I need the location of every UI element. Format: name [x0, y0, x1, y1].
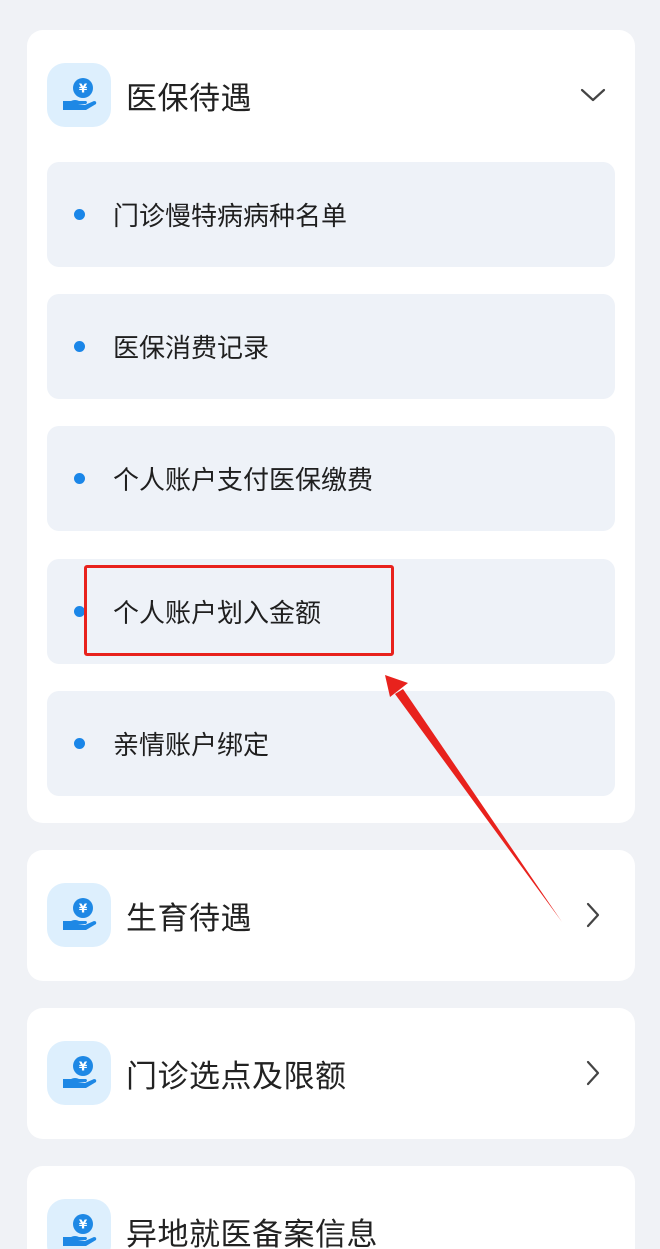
chevron-down-icon[interactable] [579, 81, 607, 109]
bullet-dot [74, 341, 85, 352]
sub-item-consumption-records[interactable]: 医保消费记录 [47, 294, 615, 399]
chevron-right-icon[interactable] [579, 1059, 607, 1087]
sub-item-label: 医保消费记录 [113, 334, 270, 364]
sub-item-family-account-binding[interactable]: 亲情账户绑定 [47, 691, 615, 796]
section-title: 门诊选点及限额 [126, 1058, 347, 1095]
hand-yuan-icon: ¥ [47, 63, 111, 127]
section-card-maternity-benefits[interactable]: ¥ 生育待遇 [27, 850, 635, 981]
section-card-remote-medical-filing[interactable]: ¥ 异地就医备案信息 [27, 1166, 635, 1249]
hand-yuan-icon: ¥ [47, 883, 111, 947]
sub-item-personal-account-transfer[interactable]: 个人账户划入金额 [47, 559, 615, 664]
sub-item-personal-account-payment[interactable]: 个人账户支付医保缴费 [47, 426, 615, 531]
svg-text:¥: ¥ [79, 1218, 88, 1232]
section-card-medical-benefits: ¥ 医保待遇 门诊慢特病病种名单 医保消费记录 个人账户支付医保缴费 个人账户划… [27, 30, 635, 823]
section-title: 生育待遇 [126, 900, 252, 937]
section-title: 医保待遇 [126, 80, 252, 117]
section-card-outpatient-selection[interactable]: ¥ 门诊选点及限额 [27, 1008, 635, 1139]
bullet-dot [74, 473, 85, 484]
bullet-dot [74, 209, 85, 220]
sub-item-chronic-disease-list[interactable]: 门诊慢特病病种名单 [47, 162, 615, 267]
sub-item-label: 个人账户支付医保缴费 [113, 466, 374, 496]
sub-item-label: 亲情账户绑定 [113, 731, 270, 761]
section-header-outpatient-selection[interactable]: ¥ 门诊选点及限额 [47, 1041, 615, 1105]
hand-yuan-icon: ¥ [47, 1041, 111, 1105]
section-header-medical-benefits[interactable]: ¥ 医保待遇 [47, 63, 615, 127]
bullet-dot [74, 606, 85, 617]
section-title: 异地就医备案信息 [126, 1216, 378, 1249]
svg-text:¥: ¥ [79, 1060, 88, 1074]
hand-yuan-icon: ¥ [47, 1199, 111, 1249]
bullet-dot [74, 738, 85, 749]
section-header-maternity-benefits[interactable]: ¥ 生育待遇 [47, 883, 615, 947]
sub-item-label: 门诊慢特病病种名单 [113, 202, 348, 232]
svg-text:¥: ¥ [79, 82, 88, 96]
sub-item-label: 个人账户划入金额 [113, 599, 322, 629]
section-header-remote-medical-filing[interactable]: ¥ 异地就医备案信息 [47, 1199, 615, 1249]
svg-text:¥: ¥ [79, 902, 88, 916]
chevron-right-icon[interactable] [579, 901, 607, 929]
